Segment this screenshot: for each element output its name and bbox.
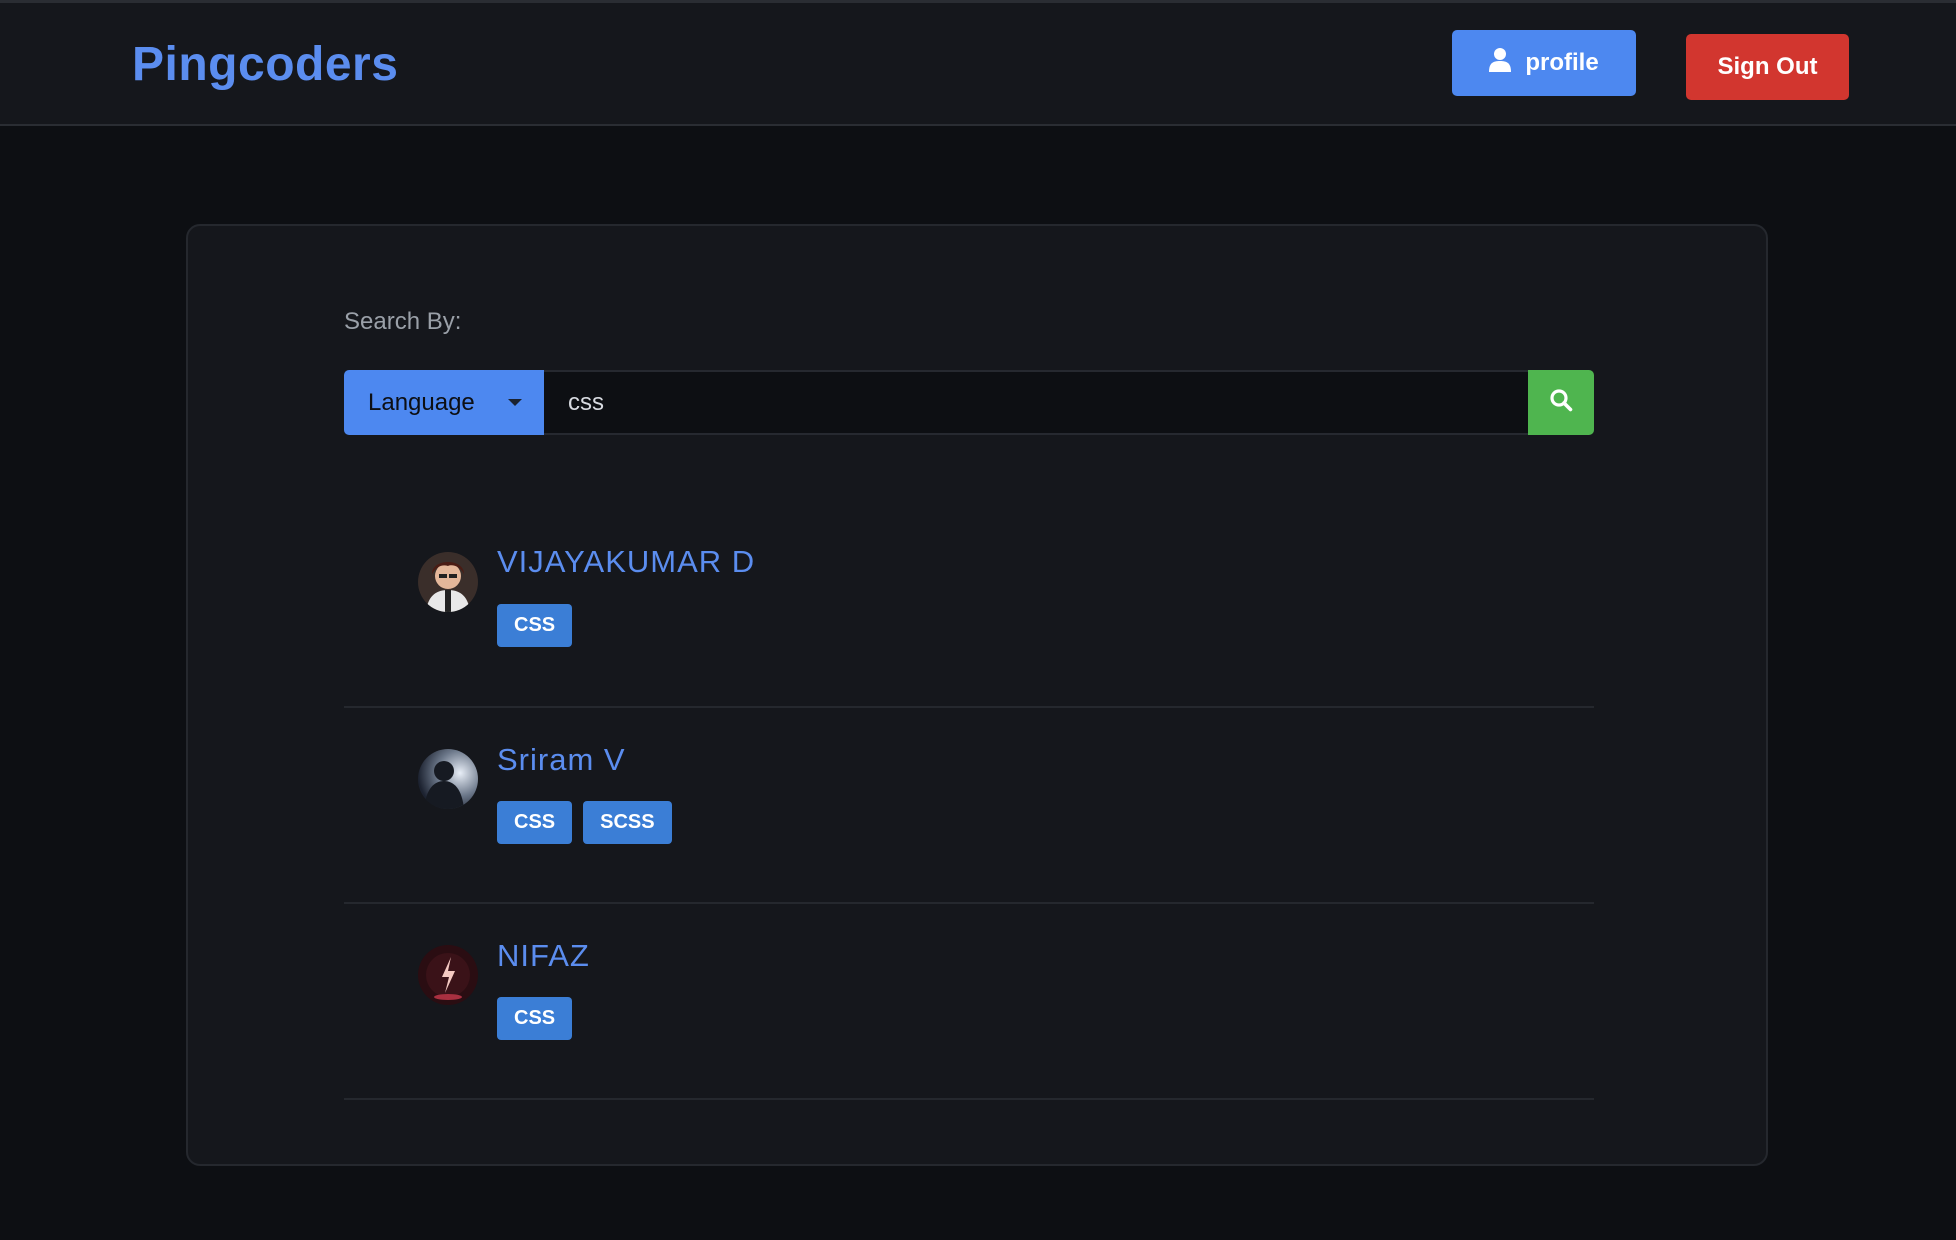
user-name[interactable]: NIFAZ bbox=[497, 938, 590, 974]
top-navbar: Pingcoders profile Sign Out bbox=[0, 0, 1956, 126]
language-tag: CSS bbox=[497, 604, 573, 647]
user-avatar[interactable] bbox=[418, 749, 478, 809]
user-name[interactable]: Sriram V bbox=[497, 742, 626, 778]
language-tag: CSS bbox=[497, 801, 573, 844]
result-item[interactable]: NIFAZ CSS bbox=[344, 904, 1594, 1100]
profile-button-label: profile bbox=[1525, 49, 1599, 76]
user-name[interactable]: VIJAYAKUMAR D bbox=[497, 544, 755, 580]
search-results-list: VIJAYAKUMAR D CSS Sriram V CSS SCSS NIFA… bbox=[344, 512, 1594, 1100]
user-avatar[interactable] bbox=[418, 552, 478, 612]
search-bar: Language bbox=[344, 370, 1594, 435]
search-filter-selected: Language bbox=[368, 388, 475, 416]
user-tags: CSS bbox=[497, 604, 573, 647]
user-icon bbox=[1489, 47, 1512, 79]
language-tag: CSS bbox=[497, 997, 573, 1040]
search-button[interactable] bbox=[1528, 370, 1594, 435]
search-filter-dropdown[interactable]: Language bbox=[344, 370, 544, 435]
search-by-label: Search By: bbox=[344, 308, 462, 335]
caret-down-icon bbox=[508, 399, 522, 406]
user-tags: CSS SCSS bbox=[497, 801, 672, 844]
user-tags: CSS bbox=[497, 997, 573, 1040]
result-item[interactable]: VIJAYAKUMAR D CSS bbox=[344, 512, 1594, 708]
sign-out-button[interactable]: Sign Out bbox=[1686, 34, 1849, 100]
language-tag: SCSS bbox=[583, 801, 672, 844]
brand-logo-text[interactable]: Pingcoders bbox=[132, 37, 398, 92]
search-card: Search By: Language css VIJAYAKUMAR D CS… bbox=[186, 224, 1768, 1166]
user-avatar[interactable] bbox=[418, 945, 478, 1005]
profile-button[interactable]: profile bbox=[1452, 30, 1636, 96]
search-icon bbox=[1549, 388, 1573, 417]
result-item[interactable]: Sriram V CSS SCSS bbox=[344, 708, 1594, 904]
search-input[interactable] bbox=[544, 370, 1528, 435]
